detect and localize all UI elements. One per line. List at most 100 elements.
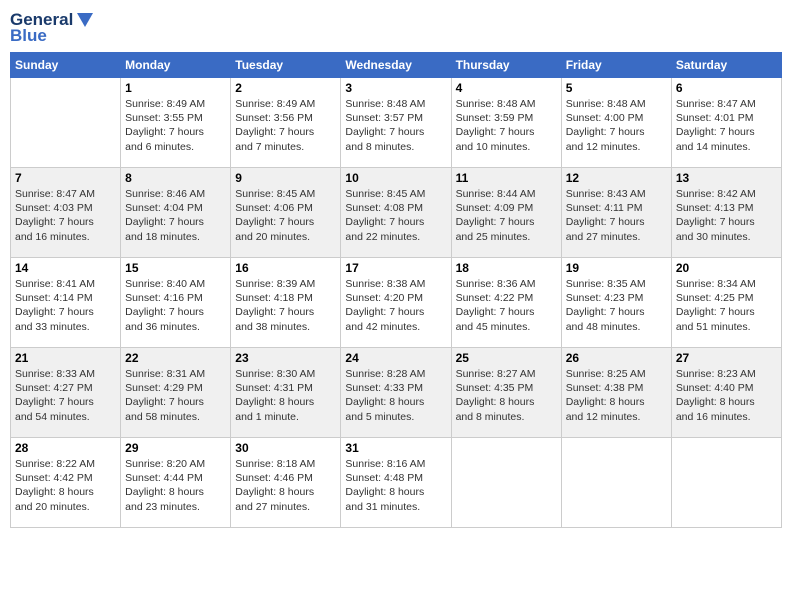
day-number: 2 [235, 81, 336, 95]
calendar-cell: 10 Sunrise: 8:45 AMSunset: 4:08 PMDayligh… [341, 168, 451, 258]
calendar-cell: 5 Sunrise: 8:48 AMSunset: 4:00 PMDaylight… [561, 78, 671, 168]
day-number: 24 [345, 351, 446, 365]
cell-content: Sunrise: 8:47 AMSunset: 4:03 PMDaylight:… [15, 187, 116, 244]
cell-content: Sunrise: 8:48 AMSunset: 3:57 PMDaylight:… [345, 97, 446, 154]
calendar-week-row: 7 Sunrise: 8:47 AMSunset: 4:03 PMDaylight… [11, 168, 782, 258]
cell-content: Sunrise: 8:25 AMSunset: 4:38 PMDaylight:… [566, 367, 667, 424]
day-number: 29 [125, 441, 226, 455]
cell-content: Sunrise: 8:48 AMSunset: 4:00 PMDaylight:… [566, 97, 667, 154]
logo: General Blue [10, 10, 95, 46]
day-number: 27 [676, 351, 777, 365]
cell-content: Sunrise: 8:38 AMSunset: 4:20 PMDaylight:… [345, 277, 446, 334]
day-number: 4 [456, 81, 557, 95]
day-number: 20 [676, 261, 777, 275]
cell-content: Sunrise: 8:18 AMSunset: 4:46 PMDaylight:… [235, 457, 336, 514]
cell-content: Sunrise: 8:31 AMSunset: 4:29 PMDaylight:… [125, 367, 226, 424]
calendar-cell: 9 Sunrise: 8:45 AMSunset: 4:06 PMDaylight… [231, 168, 341, 258]
calendar-week-row: 14Sunrise: 8:41 AMSunset: 4:14 PMDayligh… [11, 258, 782, 348]
calendar-header-cell: Sunday [11, 53, 121, 78]
cell-content: Sunrise: 8:45 AMSunset: 4:08 PMDaylight:… [345, 187, 446, 244]
cell-content: Sunrise: 8:23 AMSunset: 4:40 PMDaylight:… [676, 367, 777, 424]
day-number: 30 [235, 441, 336, 455]
calendar-header-cell: Wednesday [341, 53, 451, 78]
calendar-cell [11, 78, 121, 168]
calendar-cell: 24 Sunrise: 8:28 AMSunset: 4:33 PMDayligh… [341, 348, 451, 438]
cell-content: Sunrise: 8:22 AMSunset: 4:42 PMDaylight:… [15, 457, 116, 514]
calendar-header-cell: Monday [121, 53, 231, 78]
day-number: 17 [345, 261, 446, 275]
day-number: 23 [235, 351, 336, 365]
calendar-week-row: 21Sunrise: 8:33 AMSunset: 4:27 PMDayligh… [11, 348, 782, 438]
cell-content: Sunrise: 8:44 AMSunset: 4:09 PMDaylight:… [456, 187, 557, 244]
calendar-cell: 8 Sunrise: 8:46 AMSunset: 4:04 PMDaylight… [121, 168, 231, 258]
calendar-cell: 3 Sunrise: 8:48 AMSunset: 3:57 PMDaylight… [341, 78, 451, 168]
calendar-cell: 11 Sunrise: 8:44 AMSunset: 4:09 PMDayligh… [451, 168, 561, 258]
calendar-cell: 22Sunrise: 8:31 AMSunset: 4:29 PMDayligh… [121, 348, 231, 438]
calendar-cell: 7 Sunrise: 8:47 AMSunset: 4:03 PMDaylight… [11, 168, 121, 258]
calendar-header-cell: Tuesday [231, 53, 341, 78]
calendar-cell: 29 Sunrise: 8:20 AMSunset: 4:44 PMDayligh… [121, 438, 231, 528]
cell-content: Sunrise: 8:49 AMSunset: 3:56 PMDaylight:… [235, 97, 336, 154]
calendar-week-row: 28 Sunrise: 8:22 AMSunset: 4:42 PMDayligh… [11, 438, 782, 528]
cell-content: Sunrise: 8:43 AMSunset: 4:11 PMDaylight:… [566, 187, 667, 244]
day-number: 10 [345, 171, 446, 185]
cell-content: Sunrise: 8:16 AMSunset: 4:48 PMDaylight:… [345, 457, 446, 514]
cell-content: Sunrise: 8:36 AMSunset: 4:22 PMDaylight:… [456, 277, 557, 334]
cell-content: Sunrise: 8:49 AMSunset: 3:55 PMDaylight:… [125, 97, 226, 154]
cell-content: Sunrise: 8:42 AMSunset: 4:13 PMDaylight:… [676, 187, 777, 244]
day-number: 15 [125, 261, 226, 275]
cell-content: Sunrise: 8:41 AMSunset: 4:14 PMDaylight:… [15, 277, 116, 334]
cell-content: Sunrise: 8:34 AMSunset: 4:25 PMDaylight:… [676, 277, 777, 334]
calendar-header-cell: Saturday [671, 53, 781, 78]
day-number: 7 [15, 171, 116, 185]
calendar-cell: 17 Sunrise: 8:38 AMSunset: 4:20 PMDayligh… [341, 258, 451, 348]
calendar-cell: 18 Sunrise: 8:36 AMSunset: 4:22 PMDayligh… [451, 258, 561, 348]
cell-content: Sunrise: 8:45 AMSunset: 4:06 PMDaylight:… [235, 187, 336, 244]
calendar-cell [561, 438, 671, 528]
calendar-cell [451, 438, 561, 528]
day-number: 5 [566, 81, 667, 95]
calendar-week-row: 1Sunrise: 8:49 AMSunset: 3:55 PMDaylight… [11, 78, 782, 168]
day-number: 9 [235, 171, 336, 185]
calendar-cell: 28 Sunrise: 8:22 AMSunset: 4:42 PMDayligh… [11, 438, 121, 528]
calendar-table: SundayMondayTuesdayWednesdayThursdayFrid… [10, 52, 782, 528]
day-number: 8 [125, 171, 226, 185]
calendar-cell: 27 Sunrise: 8:23 AMSunset: 4:40 PMDayligh… [671, 348, 781, 438]
calendar-cell: 6Sunrise: 8:47 AMSunset: 4:01 PMDaylight… [671, 78, 781, 168]
day-number: 18 [456, 261, 557, 275]
cell-content: Sunrise: 8:40 AMSunset: 4:16 PMDaylight:… [125, 277, 226, 334]
calendar-cell: 21Sunrise: 8:33 AMSunset: 4:27 PMDayligh… [11, 348, 121, 438]
header: General Blue [10, 10, 782, 46]
day-number: 26 [566, 351, 667, 365]
cell-content: Sunrise: 8:35 AMSunset: 4:23 PMDaylight:… [566, 277, 667, 334]
cell-content: Sunrise: 8:28 AMSunset: 4:33 PMDaylight:… [345, 367, 446, 424]
cell-content: Sunrise: 8:33 AMSunset: 4:27 PMDaylight:… [15, 367, 116, 424]
calendar-cell: 23 Sunrise: 8:30 AMSunset: 4:31 PMDayligh… [231, 348, 341, 438]
calendar-cell: 30 Sunrise: 8:18 AMSunset: 4:46 PMDayligh… [231, 438, 341, 528]
logo-arrow-icon [73, 11, 95, 29]
calendar-cell: 13 Sunrise: 8:42 AMSunset: 4:13 PMDayligh… [671, 168, 781, 258]
day-number: 28 [15, 441, 116, 455]
cell-content: Sunrise: 8:20 AMSunset: 4:44 PMDaylight:… [125, 457, 226, 514]
calendar-cell: 2 Sunrise: 8:49 AMSunset: 3:56 PMDaylight… [231, 78, 341, 168]
day-number: 12 [566, 171, 667, 185]
cell-content: Sunrise: 8:39 AMSunset: 4:18 PMDaylight:… [235, 277, 336, 334]
calendar-header-cell: Thursday [451, 53, 561, 78]
calendar-cell [671, 438, 781, 528]
day-number: 11 [456, 171, 557, 185]
cell-content: Sunrise: 8:27 AMSunset: 4:35 PMDaylight:… [456, 367, 557, 424]
calendar-cell: 1Sunrise: 8:49 AMSunset: 3:55 PMDaylight… [121, 78, 231, 168]
cell-content: Sunrise: 8:46 AMSunset: 4:04 PMDaylight:… [125, 187, 226, 244]
calendar-cell: 15 Sunrise: 8:40 AMSunset: 4:16 PMDayligh… [121, 258, 231, 348]
calendar-cell: 16Sunrise: 8:39 AMSunset: 4:18 PMDayligh… [231, 258, 341, 348]
day-number: 3 [345, 81, 446, 95]
calendar-cell: 20 Sunrise: 8:34 AMSunset: 4:25 PMDayligh… [671, 258, 781, 348]
day-number: 13 [676, 171, 777, 185]
calendar-cell: 14Sunrise: 8:41 AMSunset: 4:14 PMDayligh… [11, 258, 121, 348]
calendar-body: 1Sunrise: 8:49 AMSunset: 3:55 PMDaylight… [11, 78, 782, 528]
cell-content: Sunrise: 8:30 AMSunset: 4:31 PMDaylight:… [235, 367, 336, 424]
cell-content: Sunrise: 8:48 AMSunset: 3:59 PMDaylight:… [456, 97, 557, 154]
day-number: 6 [676, 81, 777, 95]
day-number: 25 [456, 351, 557, 365]
calendar-header-row: SundayMondayTuesdayWednesdayThursdayFrid… [11, 53, 782, 78]
